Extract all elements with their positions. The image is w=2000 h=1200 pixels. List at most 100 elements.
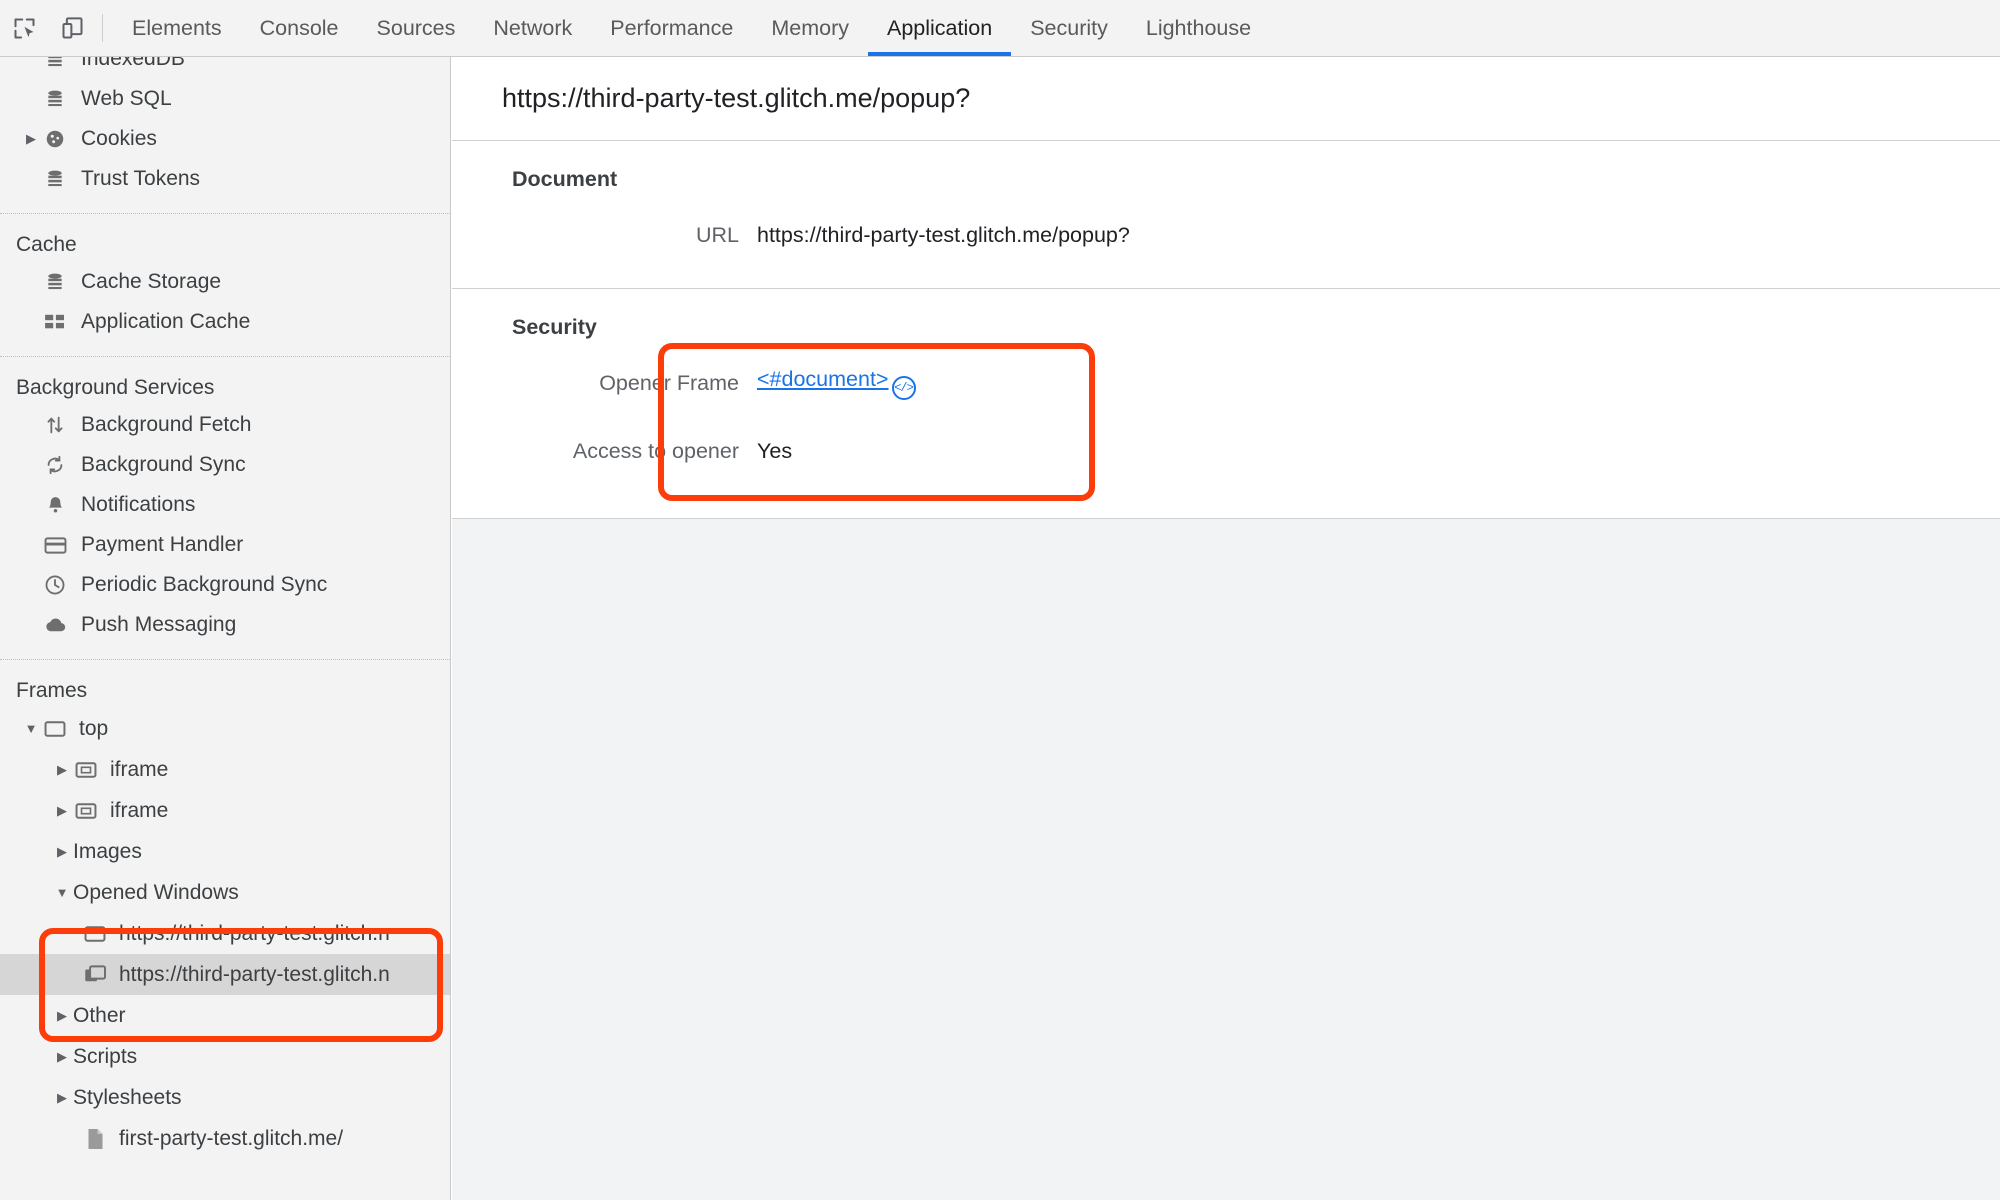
tab-application[interactable]: Application <box>868 0 1012 56</box>
tab-label: Performance <box>610 15 734 40</box>
credit-card-icon <box>42 534 68 556</box>
tree-item-label: Stylesheets <box>73 1085 182 1109</box>
tree-item-label: Opened Windows <box>73 880 239 904</box>
tree-item-iframe-2[interactable]: ▶ iframe <box>0 790 450 831</box>
sidebar-item-label: Notifications <box>81 493 196 516</box>
group-title-background-services: Background Services <box>16 376 215 399</box>
access-to-opener-key: Access to opener <box>572 438 739 463</box>
access-to-opener-value: Yes <box>757 438 793 463</box>
chevron-right-icon[interactable]: ▶ <box>51 803 73 819</box>
sidebar-item-background-fetch[interactable]: Background Fetch <box>0 405 450 445</box>
chevron-right-icon[interactable]: ▶ <box>51 844 73 860</box>
tree-item-images[interactable]: ▶ Images <box>0 831 450 872</box>
bell-icon <box>42 494 68 516</box>
sidebar-item-label: Trust Tokens <box>81 167 201 190</box>
device-toolbar-button[interactable] <box>48 0 96 57</box>
storage-group: IndexedDB Web SQL ▶ Cookies Trust Tokens <box>0 57 450 199</box>
background-services-group: Background Services Background Fetch Bac… <box>0 357 450 645</box>
panel-tab-bar: Elements Console Sources Network Perform… <box>113 0 1270 56</box>
sidebar-item-label: Background Sync <box>81 453 246 476</box>
grid-icon <box>42 311 68 333</box>
iframe-icon <box>73 800 99 822</box>
opener-frame-link[interactable]: <#document> <box>757 367 889 391</box>
reveal-in-elements-icon[interactable]: </> <box>891 375 916 400</box>
tab-sources[interactable]: Sources <box>358 0 475 56</box>
tab-label: Network <box>493 15 573 40</box>
iframe-icon <box>73 759 99 781</box>
tab-lighthouse[interactable]: Lighthouse <box>1127 0 1270 56</box>
tree-item-top[interactable]: ▼ top <box>0 708 450 749</box>
cloud-icon <box>42 614 68 636</box>
tree-item-opened-window-1[interactable]: https://third-party-test.glitch.n <box>0 913 450 954</box>
sidebar-item-websql[interactable]: Web SQL <box>0 79 450 119</box>
sidebar-item-label: Cache Storage <box>81 270 222 293</box>
sidebar-item-trust-tokens[interactable]: Trust Tokens <box>0 159 450 199</box>
database-icon <box>42 88 68 110</box>
document-url-row: URL https://third-party-test.glitch.me/p… <box>452 212 2000 258</box>
frame-url-header: https://third-party-test.glitch.me/popup… <box>452 57 2000 141</box>
tree-item-opened-window-2[interactable]: https://third-party-test.glitch.n <box>0 954 450 995</box>
tab-security[interactable]: Security <box>1011 0 1127 56</box>
tab-label: Lighthouse <box>1145 15 1252 40</box>
chevron-right-icon[interactable]: ▶ <box>51 762 73 778</box>
sidebar-item-indexeddb[interactable]: IndexedDB <box>0 57 450 79</box>
tab-memory[interactable]: Memory <box>752 0 868 56</box>
tree-item-scripts[interactable]: ▶ Scripts <box>0 1036 450 1077</box>
tree-item-other[interactable]: ▶ Other <box>0 995 450 1036</box>
tree-item-label: Images <box>73 839 142 863</box>
devtools-toolbar: Elements Console Sources Network Perform… <box>0 0 2000 57</box>
sidebar-item-payment-handler[interactable]: Payment Handler <box>0 525 450 565</box>
tree-item-opened-windows[interactable]: ▼ Opened Windows <box>0 872 450 913</box>
inspect-element-button[interactable] <box>0 0 48 57</box>
tab-label: Application <box>887 15 993 40</box>
sidebar-item-label: Payment Handler <box>81 533 244 556</box>
frame-icon <box>42 718 68 740</box>
tree-item-stylesheets[interactable]: ▶ Stylesheets <box>0 1077 450 1118</box>
inspect-element-icon <box>13 18 35 39</box>
access-to-opener-row: Access to opener Yes <box>452 428 2000 474</box>
tab-label: Console <box>259 15 339 40</box>
tree-item-stylesheet-file[interactable]: first-party-test.glitch.me/ <box>0 1118 450 1159</box>
sidebar-item-periodic-background-sync[interactable]: Periodic Background Sync <box>0 565 450 605</box>
chevron-down-icon[interactable]: ▼ <box>51 885 73 900</box>
tab-label: Memory <box>771 15 849 40</box>
application-sidebar[interactable]: IndexedDB Web SQL ▶ Cookies Trust Tokens… <box>0 57 451 1200</box>
chevron-down-icon[interactable]: ▼ <box>20 721 42 736</box>
document-section-title: Document <box>512 167 618 191</box>
tree-item-iframe-1[interactable]: ▶ iframe <box>0 749 450 790</box>
sync-icon <box>42 454 68 476</box>
cache-group: Cache Cache Storage Application Cache <box>0 214 450 342</box>
sidebar-item-cookies[interactable]: ▶ Cookies <box>0 119 450 159</box>
opener-frame-value-wrap: <#document> </> <box>757 367 916 400</box>
chevron-right-icon[interactable]: ▶ <box>51 1090 73 1106</box>
sidebar-item-label: Cookies <box>81 127 157 150</box>
sidebar-item-label: Background Fetch <box>81 413 252 436</box>
document-url-value: https://third-party-test.glitch.me/popup… <box>757 222 1130 247</box>
tab-label: Elements <box>132 15 222 40</box>
sidebar-item-application-cache[interactable]: Application Cache <box>0 302 450 342</box>
window-icon <box>82 923 108 945</box>
tree-item-label: iframe <box>110 798 169 822</box>
tree-item-label: Scripts <box>73 1044 138 1068</box>
frame-details-panel: https://third-party-test.glitch.me/popup… <box>452 57 2000 1200</box>
frames-group: Frames ▼ top ▶ iframe ▶ iframe ▶ Images <box>0 660 450 1159</box>
chevron-right-icon[interactable]: ▶ <box>51 1008 73 1024</box>
sidebar-item-push-messaging[interactable]: Push Messaging <box>0 605 450 645</box>
sidebar-item-label: IndexedDB <box>81 57 185 70</box>
tab-console[interactable]: Console <box>241 0 358 56</box>
tab-label: Security <box>1030 15 1108 40</box>
windows-stack-icon <box>82 964 108 986</box>
tab-performance[interactable]: Performance <box>591 0 752 56</box>
chevron-right-icon[interactable]: ▶ <box>51 1049 73 1065</box>
sidebar-item-label: Application Cache <box>81 310 251 333</box>
sidebar-item-cache-storage[interactable]: Cache Storage <box>0 262 450 302</box>
toolbar-divider <box>102 14 103 42</box>
tab-network[interactable]: Network <box>474 0 591 56</box>
tree-item-label: https://third-party-test.glitch.n <box>119 921 390 945</box>
updown-arrows-icon <box>42 414 68 436</box>
sidebar-item-notifications[interactable]: Notifications <box>0 485 450 525</box>
sidebar-item-background-sync[interactable]: Background Sync <box>0 445 450 485</box>
chevron-right-icon[interactable]: ▶ <box>20 131 42 147</box>
tab-elements[interactable]: Elements <box>113 0 241 56</box>
group-title-frames: Frames <box>16 679 88 702</box>
